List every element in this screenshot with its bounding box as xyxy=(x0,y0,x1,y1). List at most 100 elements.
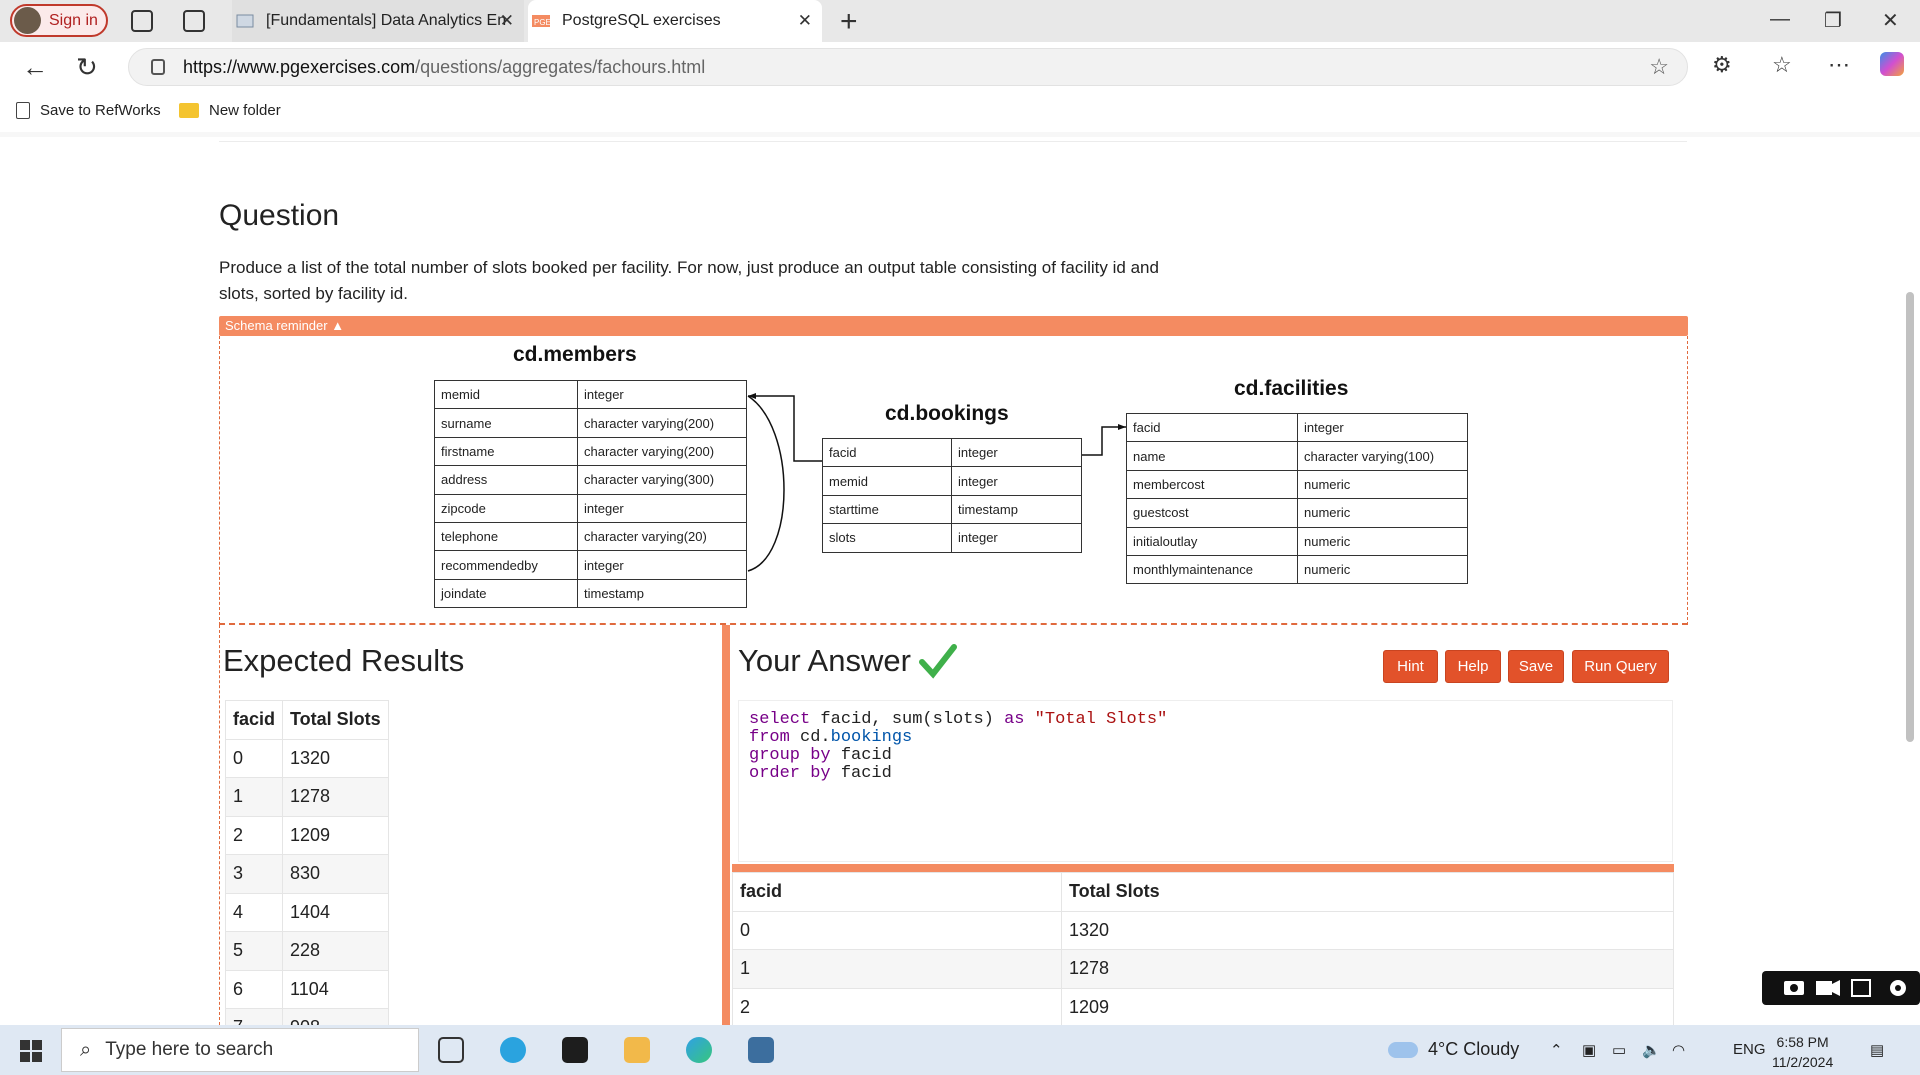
tray-expand-icon[interactable]: ⌃ xyxy=(1550,1041,1563,1059)
table-cell: 0 xyxy=(732,910,1062,950)
save-button[interactable]: Save xyxy=(1508,650,1564,683)
table-cell: 1320 xyxy=(1061,910,1674,950)
refresh-icon[interactable]: ↻ xyxy=(76,52,98,83)
close-tab-icon[interactable]: ✕ xyxy=(500,11,514,31)
table-cell: 830 xyxy=(282,854,389,894)
svg-text:PGE: PGE xyxy=(534,18,550,27)
schema-row: facid integer xyxy=(1126,412,1468,443)
weather-widget[interactable]: 4°C Cloudy xyxy=(1388,1039,1519,1060)
schema-row: recommendedby integer xyxy=(434,550,747,580)
schema-reminder-toggle[interactable]: Schema reminder ▲ xyxy=(219,316,1688,336)
column-type: integer xyxy=(577,493,747,523)
column-header: facid xyxy=(224,700,284,740)
panel-resize-handle[interactable] xyxy=(722,625,730,1025)
copilot-icon[interactable] xyxy=(1880,52,1904,76)
sign-in-button[interactable]: Sign in xyxy=(10,4,108,37)
table-row: 2 1209 xyxy=(224,815,389,855)
column-name: slots xyxy=(822,523,952,553)
table-cell: 1278 xyxy=(282,777,389,817)
bookings-schema-table: facid integer memid integer starttime timesta… xyxy=(822,437,1082,553)
table-cell: 6 xyxy=(224,969,284,1009)
tab-data-analytics[interactable]: [Fundamentals] Data Analytics En ✕ xyxy=(232,0,524,42)
extensions-icon[interactable]: ⚙ xyxy=(1712,52,1732,78)
folder-icon xyxy=(179,103,199,118)
file-explorer-icon[interactable] xyxy=(624,1037,650,1063)
column-name: surname xyxy=(434,408,578,438)
query-results-table: facid Total Slots 0 1320 1 1278 2 1209 xyxy=(732,872,1674,1025)
sql-editor[interactable]: select facid, sum(slots) as "Total Slots… xyxy=(738,700,1673,862)
tab-actions-icon[interactable] xyxy=(183,10,205,32)
volume-muted-icon[interactable]: 🔈 xyxy=(1642,1041,1661,1059)
table-cell: 2 xyxy=(732,987,1062,1025)
address-bar[interactable]: https://www.pgexercises.com /questions/a… xyxy=(128,48,1688,86)
notifications-icon[interactable]: ▤ xyxy=(1870,1041,1884,1059)
scrollbar-thumb[interactable] xyxy=(1906,292,1914,742)
column-type: integer xyxy=(951,437,1082,468)
address-row: ← ↻ https://www.pgexercises.com /questio… xyxy=(0,42,1920,92)
edge-browser-icon[interactable] xyxy=(686,1037,712,1063)
close-window-icon[interactable]: ✕ xyxy=(1882,8,1899,33)
your-answer-label: Your Answer xyxy=(738,643,911,678)
tray-app-icon[interactable]: ▣ xyxy=(1582,1041,1596,1059)
more-menu-icon[interactable]: ⋯ xyxy=(1828,52,1850,78)
column-type: numeric xyxy=(1297,469,1468,500)
search-icon: ⌕ xyxy=(80,1038,92,1061)
sign-in-label: Sign in xyxy=(49,11,98,29)
schema-row: telephone character varying(20) xyxy=(434,521,747,552)
capture-tools-icon xyxy=(1784,979,1906,997)
column-type: character varying(100) xyxy=(1297,441,1468,471)
schema-row: zipcode integer xyxy=(434,493,747,523)
question-text: Produce a list of the total number of sl… xyxy=(219,258,1159,303)
members-schema-table: memid integer surname character varying(200… xyxy=(434,379,747,609)
pge-favicon-icon: PGE xyxy=(532,15,550,27)
column-name: zipcode xyxy=(434,493,578,523)
telegram-icon[interactable] xyxy=(500,1037,526,1063)
restore-icon[interactable]: ❐ xyxy=(1824,8,1842,33)
schema-row: monthlymaintenance numeric xyxy=(1126,554,1468,585)
language-indicator[interactable]: ENG xyxy=(1733,1041,1766,1058)
schema-row: address character varying(300) xyxy=(434,465,747,495)
table-row: 0 1320 xyxy=(224,738,389,778)
bookmark-new-folder[interactable]: New folder xyxy=(179,102,281,119)
task-view-icon[interactable] xyxy=(438,1037,464,1063)
close-tab-icon[interactable]: ✕ xyxy=(798,11,812,31)
column-type: numeric xyxy=(1297,554,1468,585)
column-type: integer xyxy=(1297,412,1468,443)
favorite-star-icon[interactable]: ☆ xyxy=(1649,54,1669,80)
windows-start-icon[interactable] xyxy=(20,1040,42,1062)
taskbar-search[interactable]: ⌕ Type here to search xyxy=(61,1028,419,1072)
table-cell: 1 xyxy=(224,777,284,817)
column-header: Total Slots xyxy=(1061,872,1674,912)
bookmark-refworks[interactable]: Save to RefWorks xyxy=(16,102,161,119)
wifi-icon[interactable]: ◠ xyxy=(1672,1041,1685,1059)
url-host: https://www.pgexercises.com xyxy=(183,56,416,77)
bookings-table-title: cd.bookings xyxy=(885,402,1009,425)
results-resize-handle[interactable] xyxy=(732,864,1674,872)
run-query-button[interactable]: Run Query xyxy=(1572,650,1669,683)
schema-row: guestcost numeric xyxy=(1126,498,1468,528)
minimize-icon[interactable]: — xyxy=(1770,8,1790,31)
clock[interactable]: 6:58 PM 11/2/2024 xyxy=(1772,1032,1833,1072)
table-cell: 1104 xyxy=(282,969,389,1009)
page-scrollbar[interactable] xyxy=(1900,137,1920,1025)
new-tab-button[interactable]: + xyxy=(840,5,858,39)
facilities-table-title: cd.facilities xyxy=(1234,377,1349,400)
pycharm-icon[interactable] xyxy=(562,1037,588,1063)
back-icon[interactable]: ← xyxy=(22,52,48,83)
postgresql-icon[interactable] xyxy=(748,1037,774,1063)
search-placeholder: Type here to search xyxy=(105,1039,274,1060)
favorites-icon[interactable]: ☆ xyxy=(1772,52,1792,78)
help-button[interactable]: Help xyxy=(1445,650,1501,683)
screen-capture-toolbar[interactable] xyxy=(1762,971,1920,1005)
clock-time: 6:58 PM xyxy=(1776,1034,1829,1050)
hint-button[interactable]: Hint xyxy=(1383,650,1438,683)
divider xyxy=(219,141,1687,142)
table-row: 1 1278 xyxy=(732,949,1674,989)
battery-icon[interactable]: ▭ xyxy=(1612,1041,1626,1059)
checkmark-icon xyxy=(918,644,957,679)
workspaces-icon[interactable] xyxy=(131,10,153,32)
tab-postgresql-exercises[interactable]: PGE PostgreSQL exercises ✕ xyxy=(528,0,822,42)
tab-label: PostgreSQL exercises xyxy=(562,12,721,29)
tab-bar: Sign in [Fundamentals] Data Analytics En… xyxy=(0,0,1920,42)
schema-row: memid integer xyxy=(822,466,1082,496)
